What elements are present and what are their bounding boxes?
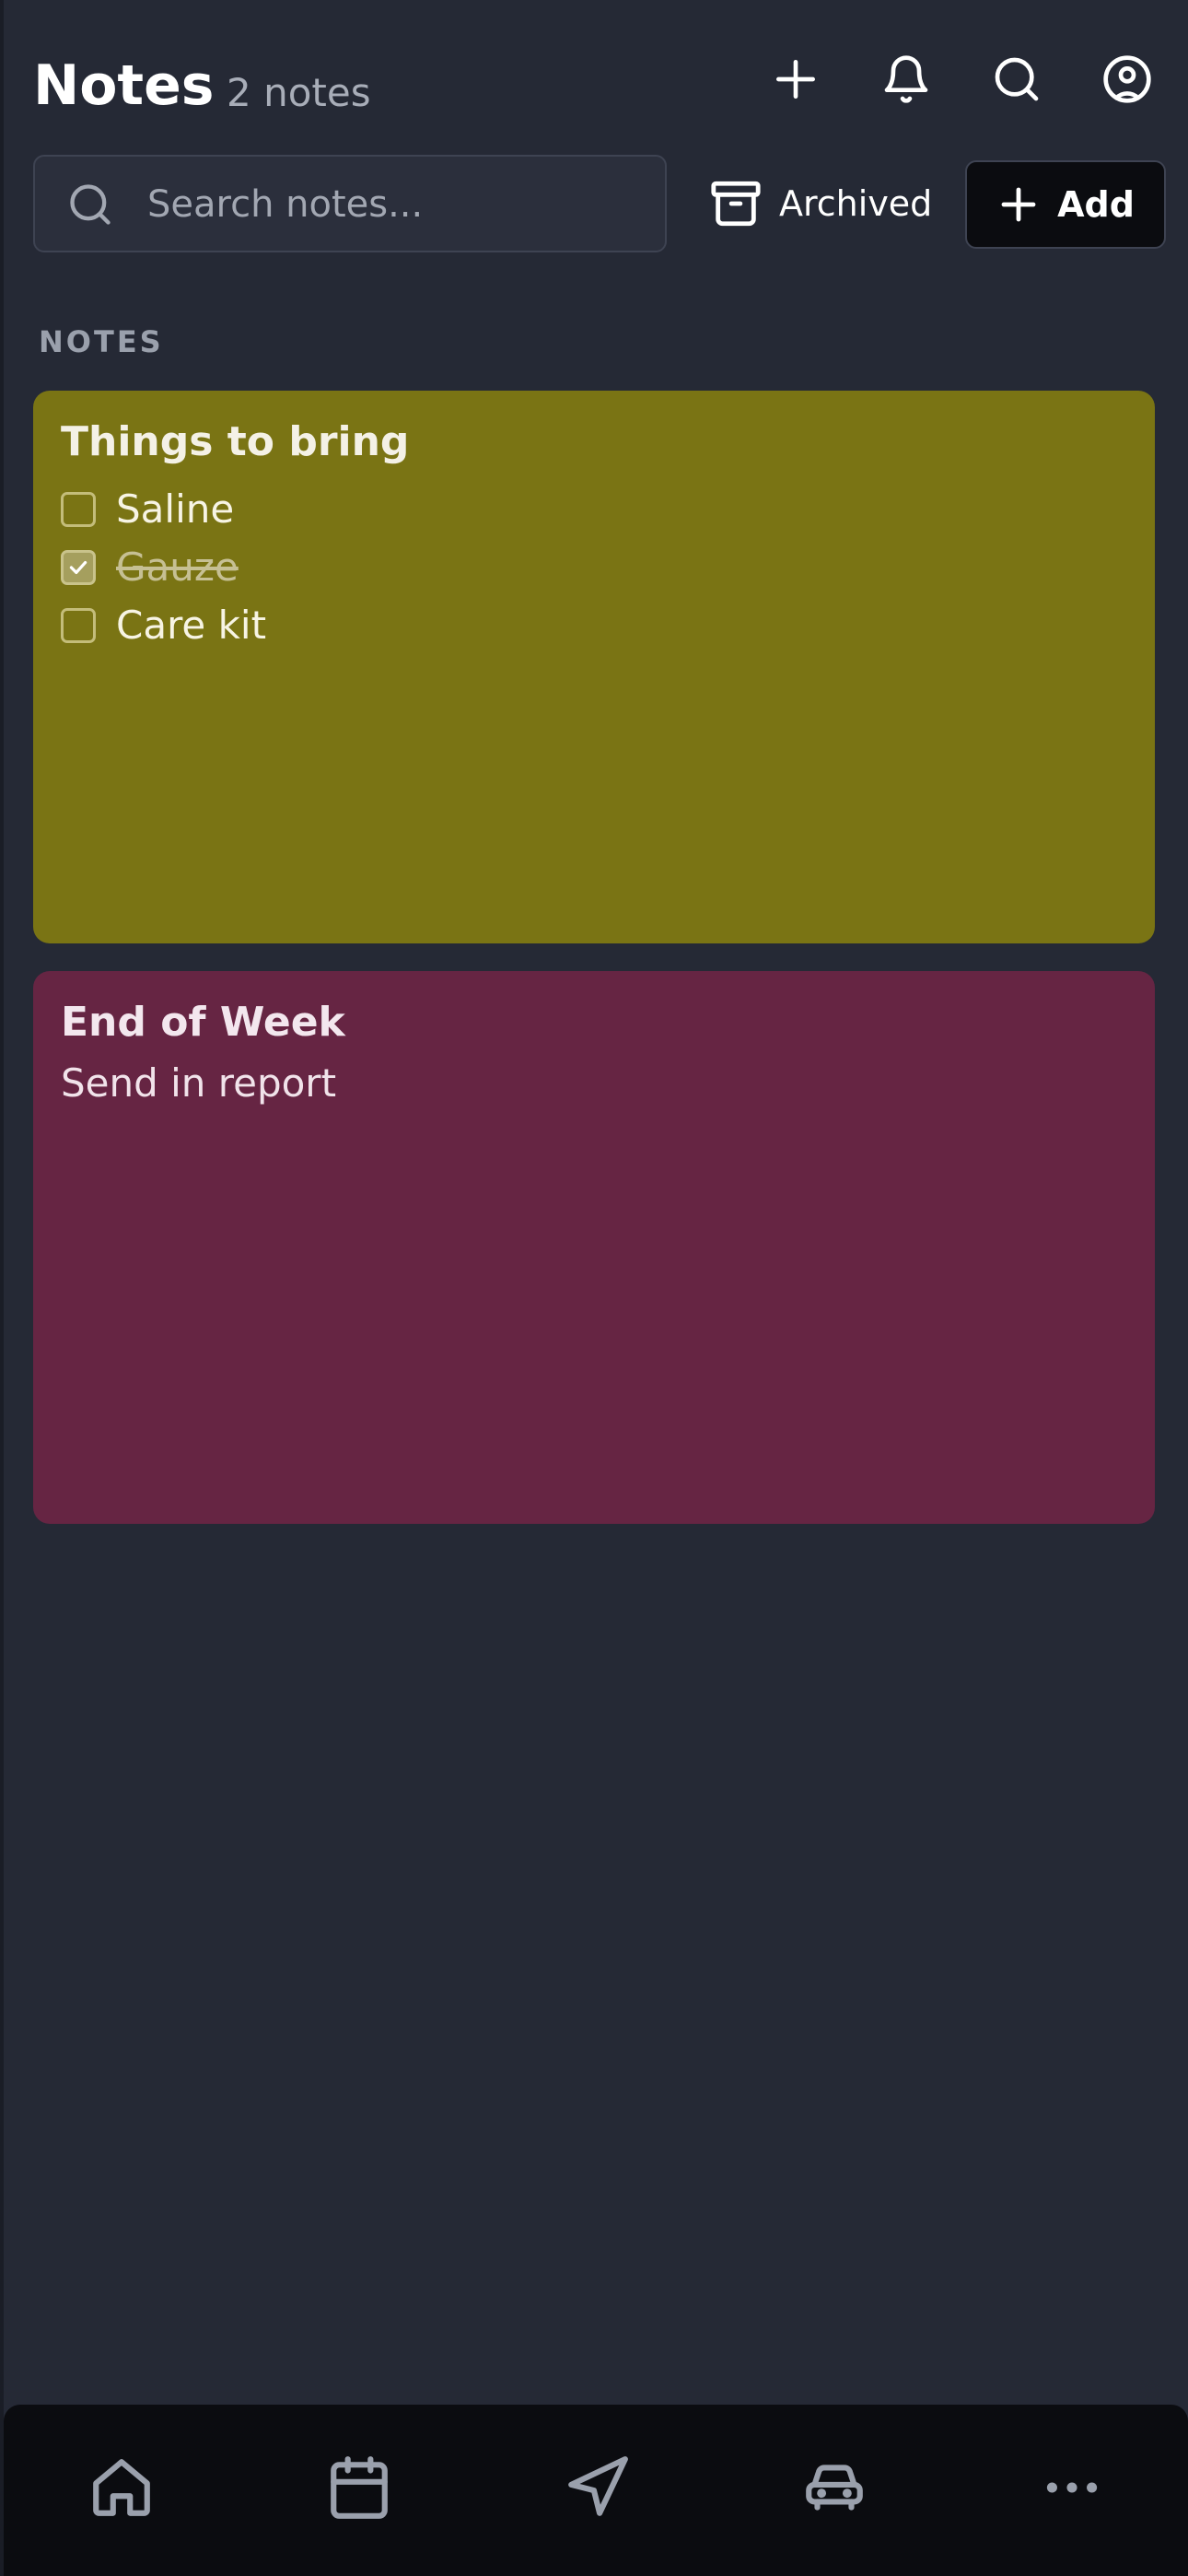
bottom-nav	[4, 2405, 1188, 2576]
checklist-item[interactable]: Saline	[61, 480, 1127, 538]
car-icon	[806, 2465, 863, 2511]
notes-count: 2 notes	[227, 70, 371, 115]
archived-button[interactable]: Archived	[709, 162, 958, 245]
nav-car[interactable]	[792, 2445, 877, 2530]
search-field[interactable]	[33, 155, 667, 252]
nav-home[interactable]	[79, 2445, 164, 2530]
app-header: Notes 2 notes	[33, 46, 1157, 129]
nav-navigation[interactable]	[554, 2445, 639, 2530]
plus-icon	[1001, 187, 1036, 222]
section-heading: NOTES	[39, 324, 164, 359]
add-note-button[interactable]: Add	[965, 160, 1166, 249]
checklist-item[interactable]: Gauze	[61, 538, 1127, 596]
nav-calendar[interactable]	[317, 2445, 402, 2530]
note-card-things-to-bring[interactable]: Things to bring Saline Gauze Care kit	[33, 391, 1155, 943]
plus-icon[interactable]	[763, 46, 829, 112]
checklist-item-text: Saline	[116, 486, 235, 532]
navigation-icon	[568, 2456, 628, 2516]
checkbox[interactable]	[61, 607, 96, 643]
note-body: Send in report	[61, 1060, 337, 1106]
add-label: Add	[1057, 184, 1135, 225]
search-input[interactable]	[146, 173, 646, 236]
user-circle-icon[interactable]	[1094, 46, 1160, 112]
note-title: End of Week	[61, 999, 345, 1046]
checklist-item-text: Care kit	[116, 603, 267, 648]
note-title: Things to bring	[61, 418, 410, 465]
note-card-end-of-week[interactable]: End of Week Send in report	[33, 971, 1155, 1524]
archived-label: Archived	[779, 183, 933, 224]
checklist-item[interactable]: Care kit	[61, 596, 1127, 654]
check-icon	[69, 560, 87, 574]
home-icon	[93, 2459, 150, 2516]
page-title: Notes	[33, 53, 215, 118]
checkbox[interactable]	[61, 491, 96, 527]
left-edge-divider	[0, 0, 4, 2576]
calendar-icon	[331, 2456, 388, 2519]
search-icon	[70, 184, 111, 225]
more-icon	[1046, 2482, 1098, 2493]
checkbox-checked[interactable]	[61, 549, 96, 585]
checklist-item-text: Gauze	[116, 544, 239, 590]
nav-more[interactable]	[1030, 2445, 1114, 2530]
archive-icon	[711, 181, 761, 227]
search-icon[interactable]	[984, 46, 1050, 112]
bell-icon[interactable]	[873, 46, 939, 112]
